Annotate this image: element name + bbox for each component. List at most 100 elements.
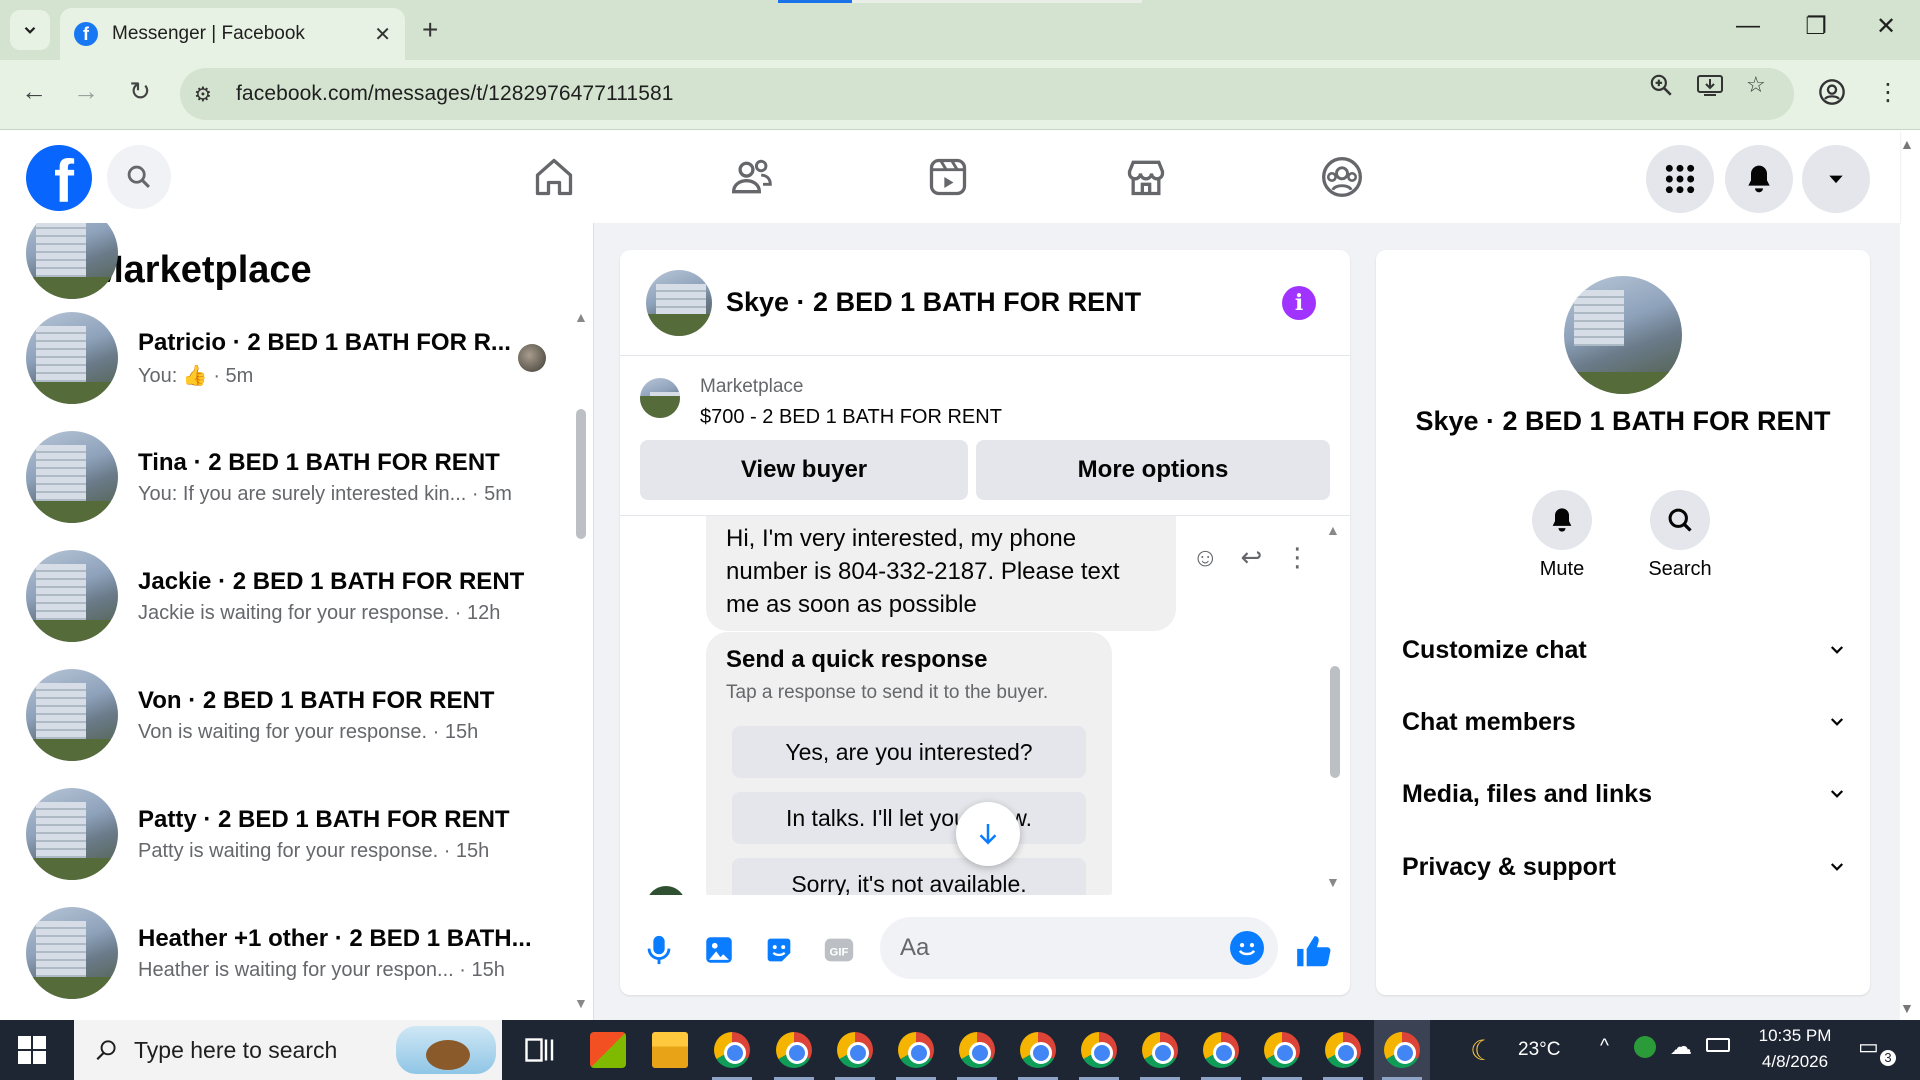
windows-start-icon[interactable] xyxy=(18,1036,46,1064)
chat-scrollbar-thumb[interactable] xyxy=(1330,666,1340,778)
back-button[interactable]: ← xyxy=(14,76,54,107)
tab-search-button[interactable] xyxy=(10,10,50,50)
microsoft-store-icon[interactable] xyxy=(590,1032,626,1068)
taskbar-search-box[interactable]: Type here to search xyxy=(74,1020,502,1080)
clock-time[interactable]: 10:35 PM xyxy=(1748,1026,1842,1046)
chrome-icon[interactable] xyxy=(1325,1032,1361,1068)
privacy-support-section[interactable]: Privacy & support xyxy=(1402,847,1846,887)
chrome-icon[interactable] xyxy=(714,1032,750,1068)
new-tab-button[interactable]: + xyxy=(422,14,438,46)
scroll-to-bottom-button[interactable] xyxy=(956,802,1020,866)
task-view-icon[interactable] xyxy=(522,1032,558,1068)
quick-response-option[interactable]: Yes, are you interested? xyxy=(732,726,1086,778)
list-item[interactable]: Patty · 2 BED 1 BATH FOR RENT Patty is w… xyxy=(26,784,546,884)
list-item[interactable]: Tina · 2 BED 1 BATH FOR RENT You: If you… xyxy=(26,427,546,527)
search-in-chat-button[interactable]: Search xyxy=(1630,490,1730,581)
chrome-icon[interactable] xyxy=(1264,1032,1300,1068)
react-emoji-icon[interactable]: ☺ xyxy=(1192,542,1219,573)
browser-menu-icon[interactable]: ⋮ xyxy=(1876,78,1900,107)
groups-icon[interactable] xyxy=(1320,155,1364,199)
chat-members-section[interactable]: Chat members xyxy=(1402,702,1846,742)
chrome-icon[interactable] xyxy=(1081,1032,1117,1068)
address-bar[interactable]: ⚙ facebook.com/messages/t/12829764771115… xyxy=(180,68,1794,120)
chrome-icon[interactable] xyxy=(959,1032,995,1068)
more-options-button[interactable]: More options xyxy=(976,440,1330,500)
tab-close-icon[interactable]: ✕ xyxy=(374,22,391,47)
caret-down-icon xyxy=(1829,175,1843,184)
profile-icon[interactable] xyxy=(1818,78,1846,113)
notifications-button[interactable] xyxy=(1725,145,1793,213)
battery-icon[interactable] xyxy=(1706,1038,1730,1052)
clock-date[interactable]: 4/8/2026 xyxy=(1748,1052,1842,1072)
chrome-icon[interactable] xyxy=(1142,1032,1178,1068)
chat-scroll-down-arrow[interactable]: ▼ xyxy=(1326,874,1340,890)
info-icon[interactable]: i xyxy=(1282,286,1316,320)
account-button[interactable] xyxy=(1802,145,1870,213)
close-window-button[interactable]: ✕ xyxy=(1866,12,1906,41)
marketplace-icon[interactable] xyxy=(1124,155,1168,199)
incoming-message[interactable]: Hi, I'm very interested, my phone number… xyxy=(706,516,1176,631)
chrome-icon[interactable] xyxy=(898,1032,934,1068)
message-input-box[interactable] xyxy=(880,917,1278,979)
listing-title[interactable]: $700 - 2 BED 1 BATH FOR RENT xyxy=(700,406,1002,429)
menu-button[interactable] xyxy=(1646,145,1714,213)
restore-button[interactable]: ❐ xyxy=(1796,12,1836,41)
scrollbar-thumb[interactable] xyxy=(576,409,586,539)
site-info-icon[interactable]: ⚙ xyxy=(194,82,224,107)
mute-button[interactable]: Mute xyxy=(1512,490,1612,581)
zoom-icon[interactable] xyxy=(1648,72,1674,104)
page-scroll-up-arrow[interactable]: ▲ xyxy=(1900,136,1914,152)
chrome-icon[interactable] xyxy=(776,1032,812,1068)
reload-button[interactable]: ↻ xyxy=(120,76,160,107)
url-text[interactable]: facebook.com/messages/t/1282976477111581 xyxy=(236,82,674,106)
friends-icon[interactable] xyxy=(730,155,774,199)
chat-avatar[interactable] xyxy=(646,269,712,336)
weather-moon-icon[interactable]: ☾ xyxy=(1470,1034,1495,1067)
message-input[interactable] xyxy=(900,934,1200,962)
more-vertical-icon[interactable]: ⋮ xyxy=(1284,542,1310,573)
emoji-icon[interactable] xyxy=(1230,931,1264,965)
quick-response-option[interactable]: Sorry, it's not available. xyxy=(732,858,1086,895)
bookmark-star-icon[interactable]: ☆ xyxy=(1746,72,1766,98)
list-item[interactable]: Patricio · 2 BED 1 BATH FOR R... You: 👍 … xyxy=(26,308,546,408)
list-item[interactable]: Von · 2 BED 1 BATH FOR RENT Von is waiti… xyxy=(26,665,546,765)
chat-scroll-up-arrow[interactable]: ▲ xyxy=(1326,522,1340,538)
thumbs-up-icon[interactable] xyxy=(1294,933,1332,971)
contact-avatar[interactable] xyxy=(1564,276,1682,394)
scroll-down-arrow[interactable]: ▼ xyxy=(574,995,588,1011)
scroll-up-arrow[interactable]: ▲ xyxy=(574,309,588,325)
browser-tab[interactable]: f Messenger | Facebook ✕ xyxy=(60,8,405,60)
notification-center-icon[interactable]: ▭ xyxy=(1858,1034,1879,1060)
cloud-icon[interactable]: ☁ xyxy=(1670,1034,1692,1060)
customize-chat-section[interactable]: Customize chat xyxy=(1402,630,1846,670)
video-icon[interactable] xyxy=(926,155,970,199)
chat-header[interactable]: Skye · 2 BED 1 BATH FOR RENT i xyxy=(620,250,1350,356)
tray-overflow-chevron-icon[interactable]: ^ xyxy=(1600,1036,1609,1058)
forward-button[interactable]: → xyxy=(66,76,106,107)
chat-title[interactable]: Skye · 2 BED 1 BATH FOR RENT xyxy=(726,287,1141,318)
photo-icon[interactable] xyxy=(702,933,736,967)
install-app-icon[interactable] xyxy=(1696,72,1724,104)
media-files-links-section[interactable]: Media, files and links xyxy=(1402,774,1846,814)
minimize-button[interactable]: — xyxy=(1728,12,1768,40)
home-icon[interactable] xyxy=(532,155,576,199)
list-item[interactable]: Heather +1 other · 2 BED 1 BATH... Heath… xyxy=(26,903,546,1003)
file-explorer-icon[interactable] xyxy=(652,1032,688,1068)
reply-icon[interactable]: ↩ xyxy=(1241,542,1263,573)
facebook-search-button[interactable] xyxy=(107,145,171,209)
gif-icon[interactable]: GIF xyxy=(822,933,856,967)
list-item[interactable]: Jackie · 2 BED 1 BATH FOR RENT Jackie is… xyxy=(26,546,546,646)
facebook-logo-icon[interactable]: f xyxy=(26,145,92,211)
view-buyer-button[interactable]: View buyer xyxy=(640,440,968,500)
chrome-icon[interactable] xyxy=(1384,1032,1420,1068)
list-item[interactable] xyxy=(26,223,546,303)
sticker-icon[interactable] xyxy=(762,933,796,967)
tray-app-icon[interactable] xyxy=(1634,1036,1656,1058)
quick-response-option[interactable]: In talks. I'll let you know. xyxy=(732,792,1086,844)
microphone-icon[interactable] xyxy=(642,933,676,967)
chrome-icon[interactable] xyxy=(1020,1032,1056,1068)
weather-temperature[interactable]: 23°C xyxy=(1518,1039,1560,1061)
chrome-icon[interactable] xyxy=(1203,1032,1239,1068)
page-scroll-down-arrow[interactable]: ▼ xyxy=(1900,1000,1914,1016)
chrome-icon[interactable] xyxy=(837,1032,873,1068)
